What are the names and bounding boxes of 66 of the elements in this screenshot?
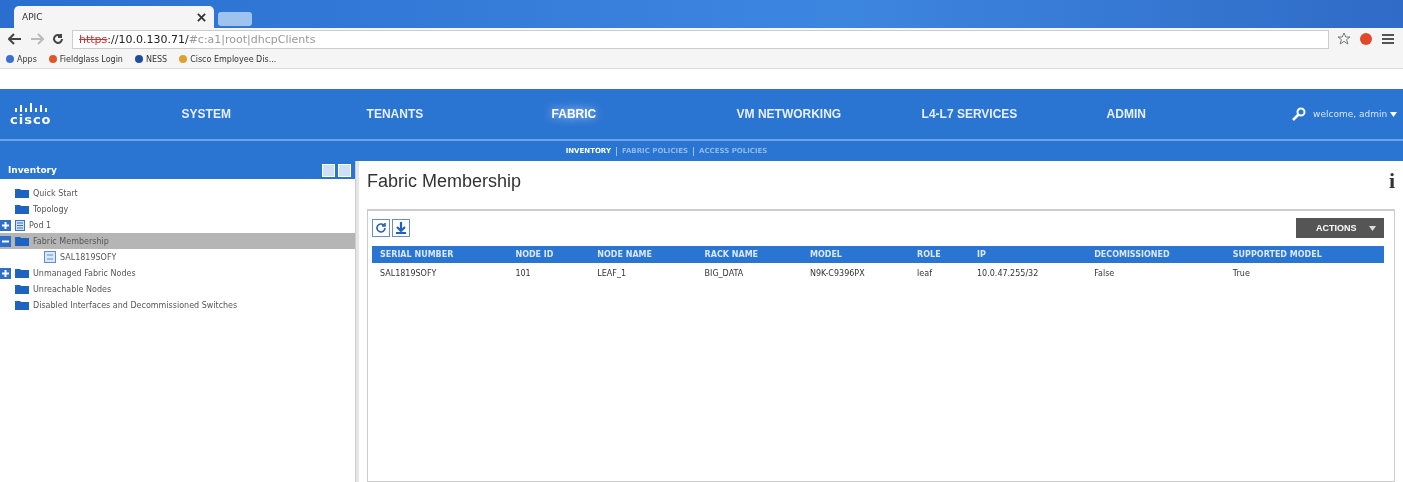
actions-button[interactable]: ACTIONS — [1296, 218, 1384, 238]
column-header[interactable]: SUPPORTED MODEL — [1224, 246, 1384, 263]
tree-item[interactable]: SAL1819SOFY — [0, 249, 355, 265]
tree-item[interactable]: Quick Start — [0, 185, 355, 201]
table-cell: BIG_DATA — [696, 263, 802, 284]
nav-tab[interactable]: SYSTEM — [181, 107, 367, 121]
tree-item[interactable]: Unmanaged Fabric Nodes — [0, 265, 355, 281]
column-header[interactable]: NODE ID — [507, 246, 590, 263]
nav-tab[interactable]: VM NETWORKING — [736, 107, 922, 121]
folder-icon — [15, 204, 29, 214]
tree-item[interactable]: Unreachable Nodes — [0, 281, 355, 297]
table-cell: leaf — [909, 263, 970, 284]
folder-icon — [15, 300, 29, 310]
table-cell: True — [1224, 263, 1384, 284]
expander-icon[interactable] — [0, 219, 11, 231]
nav-tab[interactable]: ADMIN — [1106, 107, 1292, 121]
column-header[interactable]: DECOMISSIONED — [1086, 246, 1225, 263]
table-cell: N9K-C9396PX — [802, 263, 910, 284]
expander-icon[interactable] — [0, 235, 11, 247]
nav-tab[interactable]: FABRIC — [551, 107, 737, 121]
extension-icon[interactable] — [1359, 32, 1373, 46]
reload-icon[interactable] — [52, 33, 64, 45]
folder-icon — [15, 268, 29, 278]
table-cell: False — [1086, 263, 1225, 284]
download-icon[interactable] — [392, 219, 410, 237]
tree-item[interactable]: Disabled Interfaces and Decommissioned Switches — [0, 297, 355, 313]
bookmark[interactable]: NESS — [134, 54, 168, 64]
nav-tab[interactable]: TENANTS — [366, 107, 552, 121]
tree-item[interactable]: Fabric Membership — [0, 233, 355, 249]
caret-icon — [1369, 226, 1376, 231]
bookmark[interactable]: Cisco Employee Dis... — [179, 54, 277, 64]
server-icon — [15, 219, 25, 231]
column-header[interactable]: RACK NAME — [696, 246, 802, 263]
bookmark[interactable]: Fieldglass Login — [48, 54, 123, 64]
tab-title: APIC — [22, 12, 43, 22]
table-cell: 101 — [507, 263, 590, 284]
table-cell: SAL1819SOFY — [372, 263, 508, 284]
column-header[interactable]: SERIAL NUMBER — [372, 246, 508, 263]
bookmark[interactable]: Apps — [6, 54, 37, 64]
column-header[interactable]: NODE NAME — [589, 246, 697, 263]
close-icon[interactable] — [197, 12, 206, 22]
page-title: Fabric Membership — [367, 170, 522, 192]
nav-tab[interactable]: L4-L7 SERVICES — [921, 107, 1107, 121]
expander-icon[interactable] — [0, 267, 11, 279]
folder-icon — [15, 236, 29, 246]
folder-icon — [15, 284, 29, 294]
browser-tab[interactable]: APIC — [14, 6, 214, 28]
tree-item[interactable]: Topology — [0, 201, 355, 217]
info-icon[interactable]: i — [1388, 168, 1395, 194]
column-header[interactable]: IP — [969, 246, 1087, 263]
tree-item[interactable]: Pod 1 — [0, 217, 355, 233]
column-header[interactable]: MODEL — [802, 246, 910, 263]
star-icon[interactable] — [1337, 32, 1351, 46]
switch-icon — [44, 251, 56, 263]
back-icon[interactable] — [8, 33, 22, 45]
folder-icon — [15, 188, 29, 198]
logo: cisco — [10, 102, 52, 126]
caret-icon — [1390, 112, 1397, 117]
table-cell: LEAF_1 — [589, 263, 697, 284]
table-cell: 10.0.47.255/32 — [969, 263, 1087, 284]
panel-title: Inventory — [8, 165, 57, 175]
column-header[interactable]: ROLE — [909, 246, 970, 263]
menu-icon[interactable] — [1381, 33, 1395, 45]
user-menu[interactable]: welcome, admin — [1313, 109, 1397, 119]
address-field[interactable]: https://10.0.130.71/#c:a1|root|dhcpClients — [72, 29, 1329, 49]
search-icon[interactable] — [1291, 107, 1306, 121]
